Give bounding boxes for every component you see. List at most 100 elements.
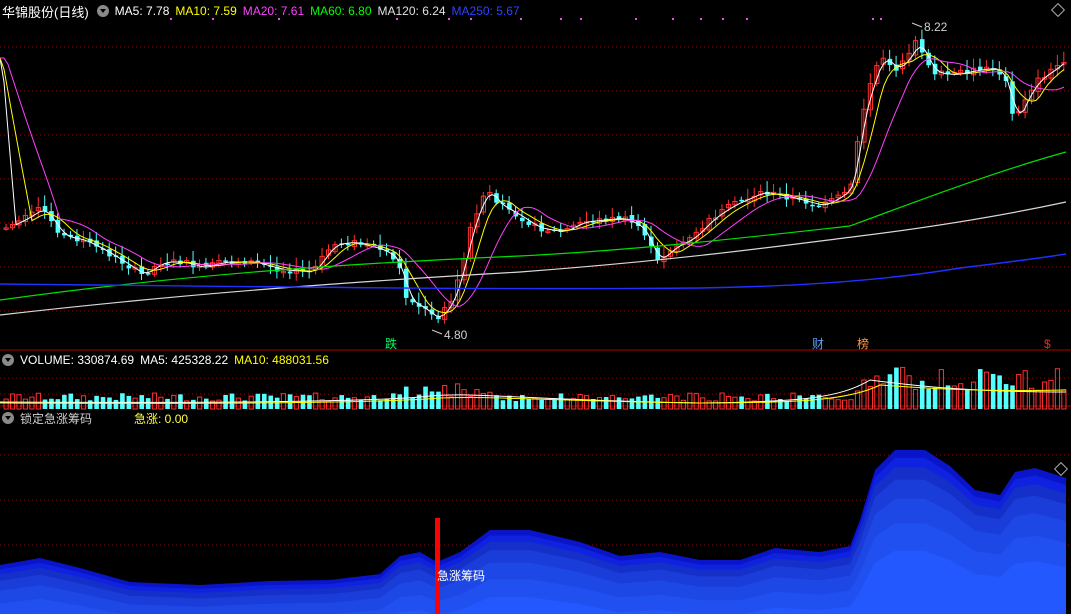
volume-bar — [274, 397, 280, 409]
high-price-label: 8.22 — [924, 20, 948, 34]
volume-bar — [919, 380, 925, 409]
volume-bar — [848, 399, 854, 410]
volume-bar — [351, 397, 357, 410]
die-marker[interactable]: 跌 — [385, 337, 397, 351]
volume-bar — [1010, 385, 1015, 409]
volume-bar — [151, 392, 158, 410]
volume-bar — [958, 383, 964, 410]
volume-bar — [636, 396, 641, 409]
volume-bar — [216, 399, 222, 410]
volume-bar — [784, 400, 790, 409]
candle-body — [526, 221, 532, 225]
ma250-label: MA250: 5.67 — [451, 4, 520, 18]
volume-bar — [397, 394, 403, 409]
volume-bar — [1041, 381, 1048, 410]
volume-bar — [391, 393, 396, 409]
volume-bar — [667, 394, 674, 410]
volume-bar — [545, 398, 551, 410]
volume-bar — [332, 397, 338, 410]
volume-bar — [1022, 370, 1028, 410]
volume-bar — [558, 393, 564, 409]
volume-bar — [771, 398, 777, 410]
volume-bar — [120, 393, 125, 409]
signal-dot — [746, 18, 748, 20]
signal-dot — [560, 18, 562, 20]
high-pointer — [911, 22, 923, 28]
signal-label: 急涨筹码 — [437, 569, 486, 583]
volume-bar — [965, 389, 970, 409]
volume-bar — [880, 383, 886, 410]
volume-bar — [687, 392, 693, 410]
volume-bar — [448, 396, 454, 410]
volume-bar — [1054, 368, 1061, 410]
ma120-label: MA120: 6.24 — [377, 4, 446, 18]
volume-bar — [552, 398, 557, 409]
volume-bar — [191, 399, 196, 409]
signal-dot — [635, 18, 637, 20]
volume-bar — [906, 375, 912, 410]
volume-bar — [622, 398, 628, 410]
volume-bar — [616, 397, 622, 409]
volume-toggle-icon[interactable] — [2, 354, 14, 366]
ma60-label: MA60: 6.80 — [310, 4, 372, 18]
volume-bar — [42, 399, 48, 409]
volume-bar — [926, 388, 931, 409]
signal-dot — [880, 18, 882, 20]
volume-bar — [680, 399, 686, 410]
volume-bar — [35, 392, 41, 410]
dollar-marker[interactable]: $ — [1044, 337, 1051, 351]
indicator-value: 急涨: 0.00 — [134, 411, 189, 426]
volume-bar — [49, 398, 54, 409]
volume-bar — [713, 400, 719, 410]
volume-bar — [693, 392, 699, 410]
indicator-diamond-icon[interactable] — [1053, 461, 1069, 477]
volume-bar — [87, 400, 93, 409]
indicator-toggle-icon[interactable] — [2, 412, 14, 424]
indicator-title: 锁定急涨筹码 — [20, 411, 93, 426]
panel-toggle-icon[interactable] — [96, 5, 109, 17]
volume-bar — [706, 400, 712, 410]
volume-header: VOLUME: 330874.69 MA5: 425328.22 MA10: 4… — [0, 352, 335, 368]
volume-bar — [971, 381, 977, 410]
main-header: 华锦股份(日线) MA5: 7.78 MA10: 7.59 MA20: 7.61… — [0, 3, 526, 20]
volume-bar — [203, 398, 209, 409]
cai-marker[interactable]: 财 — [812, 337, 824, 351]
candle-body — [919, 39, 925, 53]
volume-bar — [564, 399, 570, 410]
signal-dot — [722, 18, 724, 20]
indicator-header: 锁定急涨筹码 急涨: 0.00 — [0, 410, 194, 426]
signal-bar — [435, 518, 440, 614]
volume-bar — [429, 391, 435, 409]
volume-bar — [894, 367, 899, 409]
signal-dot — [700, 18, 702, 20]
bang-marker[interactable]: 榜 — [857, 337, 869, 351]
volume-bar — [603, 397, 609, 409]
volume-bar — [609, 394, 615, 410]
volume-bar — [596, 397, 603, 410]
volume-bar — [1048, 379, 1054, 410]
ma10-line — [0, 54, 1065, 314]
signal-dot — [872, 18, 874, 20]
volume-value: VOLUME: 330874.69 — [20, 353, 135, 367]
candle-body — [403, 268, 409, 298]
volume-bar — [932, 387, 938, 409]
volume-ma5: MA5: 425328.22 — [140, 353, 229, 367]
ma20-label: MA20: 7.61 — [242, 4, 305, 18]
ma5-label: MA5: 7.78 — [114, 4, 170, 18]
volume-bar — [494, 395, 499, 409]
volume-bar — [532, 397, 538, 410]
volume-bar — [1003, 384, 1009, 409]
volume-bar — [268, 395, 274, 409]
volume-bar — [165, 398, 170, 409]
candle-body — [287, 271, 293, 274]
volume-bar — [507, 395, 512, 409]
volume-bar — [829, 398, 835, 410]
volume-bar — [719, 392, 725, 410]
volume-bar — [655, 397, 661, 409]
collapse-diamond-icon[interactable] — [1050, 2, 1066, 18]
volume-bar — [55, 399, 61, 409]
volume-bar — [22, 398, 29, 410]
volume-bar — [364, 396, 370, 410]
volume-bar — [3, 398, 9, 410]
volume-bar — [467, 395, 474, 410]
